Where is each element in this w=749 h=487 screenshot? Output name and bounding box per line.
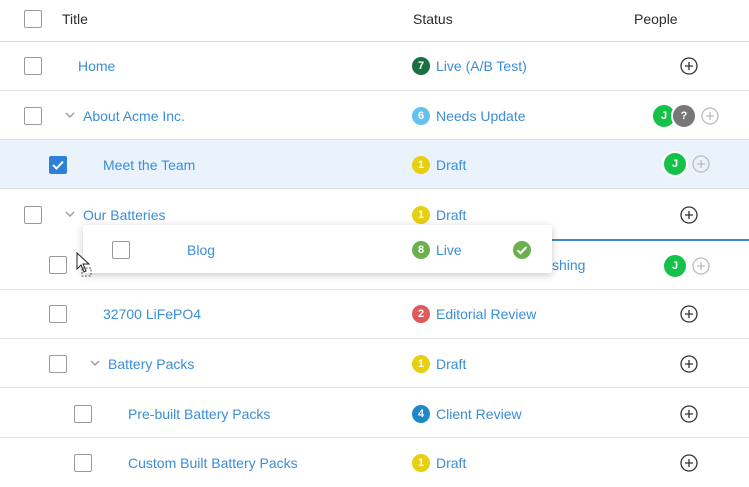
people-cell: J [662, 151, 710, 177]
status-label: Draft [436, 157, 467, 173]
add-person-icon[interactable] [701, 107, 719, 125]
add-person-icon[interactable] [680, 454, 698, 472]
status-count-badge: 7 [412, 57, 430, 75]
row-checkbox[interactable] [49, 355, 67, 373]
page-title-link[interactable]: Our Batteries [83, 207, 165, 223]
status-label: Client Review [436, 406, 522, 422]
people-cell [680, 206, 698, 224]
people-column-header[interactable]: People [634, 11, 678, 27]
table-row[interactable]: Custom Built Battery Packs 1 Draft [0, 438, 749, 487]
status-label: Editorial Review [436, 306, 537, 322]
status-count-badge: 8 [412, 241, 430, 259]
table-row[interactable]: Pre-built Battery Packs 4 Client Review [0, 389, 749, 438]
status-count-badge: 1 [412, 156, 430, 174]
avatar[interactable]: J [662, 253, 688, 279]
status-cell[interactable]: 1 Draft [412, 206, 466, 224]
row-checkbox[interactable] [49, 256, 67, 274]
add-person-icon[interactable] [680, 355, 698, 373]
status-cell[interactable]: 6 Needs Update [412, 107, 526, 125]
check-icon [52, 160, 64, 170]
status-label: Live (A/B Test) [436, 58, 527, 74]
table-header: Title Status People [0, 0, 749, 42]
add-person-icon[interactable] [680, 405, 698, 423]
status-cell[interactable]: 1 Draft [412, 156, 466, 174]
table-row[interactable]: Meet the Team 1 Draft J [0, 140, 749, 189]
page-title-link[interactable]: 32700 LiFePO4 [103, 306, 201, 322]
chevron-down-icon[interactable] [90, 358, 100, 368]
status-label: Draft [436, 207, 467, 223]
row-checkbox[interactable] [24, 107, 42, 125]
select-all-checkbox[interactable] [24, 10, 42, 28]
avatar-unknown[interactable]: ? [671, 103, 697, 129]
table-row[interactable]: Home 7 Live (A/B Test) [0, 42, 749, 91]
status-count-badge: 1 [412, 206, 430, 224]
status-cell[interactable]: 1 Draft [412, 355, 466, 373]
status-cell[interactable]: 1 Draft [412, 454, 466, 472]
add-person-icon[interactable] [680, 305, 698, 323]
row-checkbox[interactable] [74, 405, 92, 423]
page-title-link[interactable]: Custom Built Battery Packs [128, 455, 298, 471]
row-checkbox[interactable] [49, 305, 67, 323]
page-title-link[interactable]: Meet the Team [103, 157, 195, 173]
status-count-badge: 1 [412, 454, 430, 472]
status-cell[interactable]: 4 Client Review [412, 405, 522, 423]
people-cell [680, 305, 698, 323]
status-label: Needs Update [436, 108, 526, 124]
page-title-link[interactable]: About Acme Inc. [83, 108, 185, 124]
row-checkbox[interactable] [112, 241, 130, 259]
people-cell: J ? [651, 103, 719, 129]
table-row[interactable]: 32700 LiFePO4 2 Editorial Review [0, 290, 749, 339]
title-column-header[interactable]: Title [62, 11, 88, 27]
page-title-link[interactable]: Home [78, 58, 115, 74]
status-label-partial[interactable]: shing [552, 257, 585, 273]
table-row[interactable]: Battery Packs 1 Draft [0, 339, 749, 388]
status-label: Draft [436, 455, 467, 471]
row-checkbox[interactable] [24, 206, 42, 224]
add-person-icon[interactable] [692, 155, 710, 173]
people-cell [680, 57, 698, 75]
drag-cursor-icon [76, 252, 92, 277]
check-circle-icon [513, 241, 531, 259]
dragged-row-blog[interactable]: Blog 8 Live [83, 225, 552, 273]
status-cell[interactable]: 7 Live (A/B Test) [412, 57, 527, 75]
people-cell: J [662, 253, 710, 279]
row-checkbox[interactable] [49, 156, 67, 174]
people-cell [680, 355, 698, 373]
row-checkbox[interactable] [74, 454, 92, 472]
add-person-icon[interactable] [692, 257, 710, 275]
page-title-link[interactable]: Pre-built Battery Packs [128, 406, 270, 422]
avatar[interactable]: J [662, 151, 688, 177]
add-person-icon[interactable] [680, 206, 698, 224]
chevron-down-icon[interactable] [65, 209, 75, 219]
add-person-icon[interactable] [680, 57, 698, 75]
page-title-link[interactable]: Battery Packs [108, 356, 194, 372]
status-count-badge: 2 [412, 305, 430, 323]
status-column-header[interactable]: Status [413, 11, 453, 27]
page-title-link[interactable]: Blog [187, 242, 215, 258]
status-count-badge: 4 [412, 405, 430, 423]
status-cell[interactable]: 8 Live [412, 241, 462, 259]
status-label: Live [436, 242, 462, 258]
status-label: Draft [436, 356, 467, 372]
people-cell [680, 454, 698, 472]
people-cell [680, 405, 698, 423]
status-cell[interactable]: 2 Editorial Review [412, 305, 536, 323]
table-row[interactable]: About Acme Inc. 6 Needs Update J ? [0, 91, 749, 140]
status-count-badge: 6 [412, 107, 430, 125]
chevron-down-icon[interactable] [65, 110, 75, 120]
row-checkbox[interactable] [24, 57, 42, 75]
status-count-badge: 1 [412, 355, 430, 373]
